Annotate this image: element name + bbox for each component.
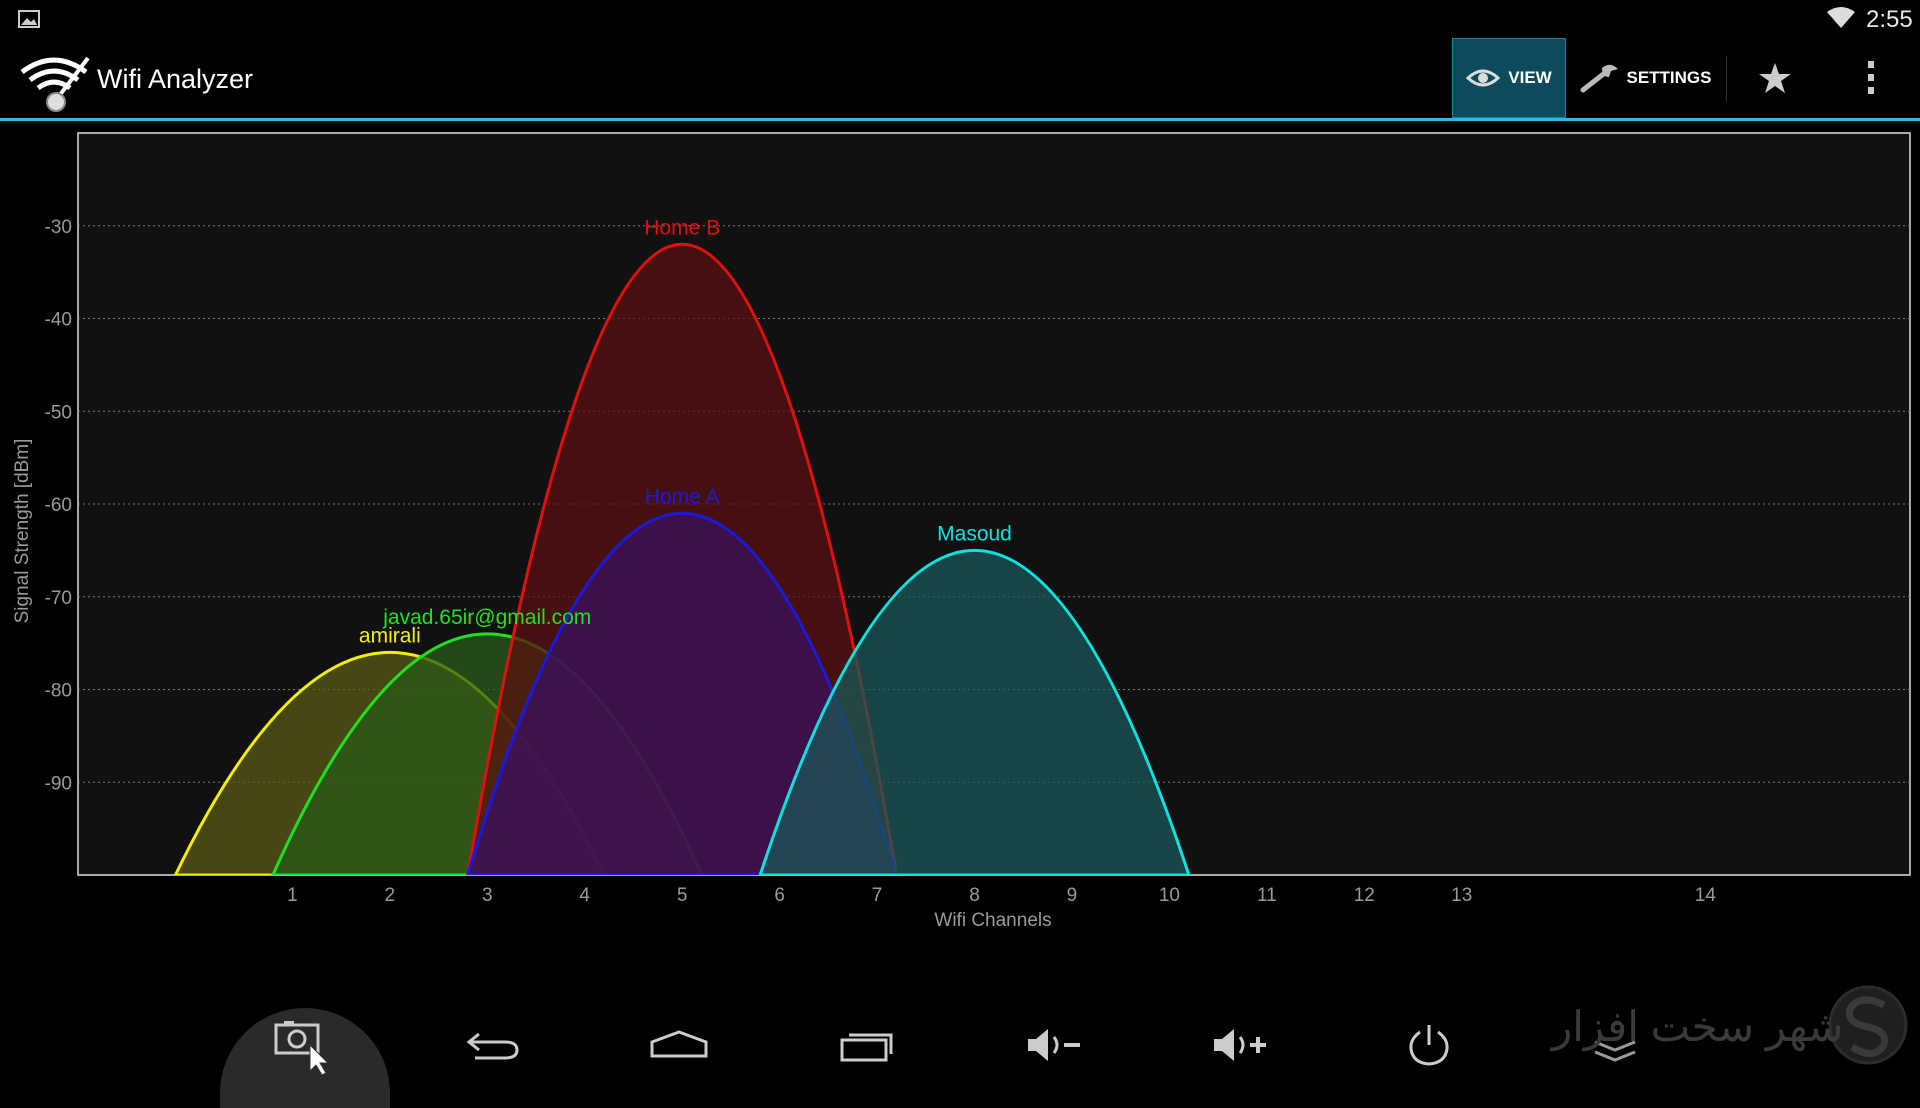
power-icon [1409, 1025, 1449, 1066]
y-tick-label: -60 [45, 495, 72, 516]
x-tick-label: 7 [872, 885, 883, 906]
action-bar-divider [1726, 56, 1727, 102]
volume-down-icon [1028, 1029, 1080, 1061]
y-tick-label: -90 [45, 773, 72, 794]
volume-down-button[interactable] [1010, 1010, 1100, 1080]
x-tick-label: 1 [287, 885, 298, 906]
x-tick-label: 12 [1354, 885, 1375, 906]
y-tick-label: -50 [45, 402, 72, 423]
network-label: Masoud [937, 522, 1012, 545]
status-time: 2:55 [1866, 6, 1913, 33]
wifi-analyzer-logo-icon [20, 56, 90, 112]
favorite-button[interactable] [1740, 38, 1810, 118]
back-arrow-icon [466, 1032, 519, 1060]
x-tick-label: 13 [1451, 885, 1472, 906]
y-tick-label: -80 [45, 681, 72, 702]
volume-up-icon [1214, 1029, 1266, 1061]
star-icon [1759, 63, 1791, 93]
wifi-signal-icon [1827, 7, 1855, 28]
x-tick-label: 14 [1695, 885, 1717, 906]
back-button[interactable] [448, 1010, 538, 1080]
view-button[interactable]: VIEW [1452, 38, 1566, 118]
home-icon [650, 1030, 708, 1058]
app-title: Wifi Analyzer [97, 64, 254, 94]
y-axis-ticks: -30 -40 -50 -60 -70 -80 -90 [45, 217, 72, 795]
settings-button-label: SETTINGS [1626, 68, 1712, 87]
status-bar [0, 0, 1920, 38]
y-axis-label: Signal Strength [dBm] [12, 439, 33, 624]
network-label: Home B [644, 216, 720, 239]
gallery-notification-icon [18, 10, 40, 28]
screenshot-button[interactable] [260, 1010, 350, 1080]
x-axis-ticks: 1 2 3 4 5 6 7 8 9 10 11 12 13 14 [287, 885, 1716, 906]
x-tick-label: 3 [482, 885, 493, 906]
eye-icon [1466, 69, 1501, 87]
power-button[interactable] [1384, 1010, 1474, 1080]
view-button-label: VIEW [1508, 68, 1552, 87]
network-label: Home A [645, 485, 720, 508]
x-tick-label: 10 [1159, 885, 1180, 906]
recent-apps-button[interactable] [822, 1010, 912, 1080]
x-tick-label: 11 [1257, 885, 1277, 906]
x-tick-label: 5 [677, 885, 688, 906]
y-tick-label: -70 [45, 588, 72, 609]
wifi-channel-chart: amiralijavad.65ir@gmail.comHome BHome AM… [12, 132, 1911, 931]
x-tick-label: 9 [1067, 885, 1078, 906]
home-button[interactable] [634, 1010, 724, 1080]
x-axis-label: Wifi Channels [934, 910, 1051, 931]
x-tick-label: 2 [385, 885, 396, 906]
recent-apps-icon [840, 1033, 893, 1062]
network-label: javad.65ir@gmail.com [382, 606, 591, 629]
watermark-text: شهر سخت افزار [1552, 1003, 1844, 1050]
volume-up-button[interactable] [1196, 1010, 1286, 1080]
overflow-dots-icon [1868, 61, 1874, 94]
wrench-icon [1580, 64, 1619, 93]
overflow-menu-button[interactable] [1836, 38, 1906, 118]
screenshot-camera-icon [274, 1021, 330, 1075]
y-tick-label: -40 [45, 310, 72, 331]
x-tick-label: 6 [774, 885, 785, 906]
x-tick-label: 4 [579, 885, 590, 906]
y-tick-label: -30 [45, 217, 72, 238]
x-tick-label: 8 [969, 885, 980, 906]
settings-button[interactable]: SETTINGS [1576, 38, 1716, 118]
